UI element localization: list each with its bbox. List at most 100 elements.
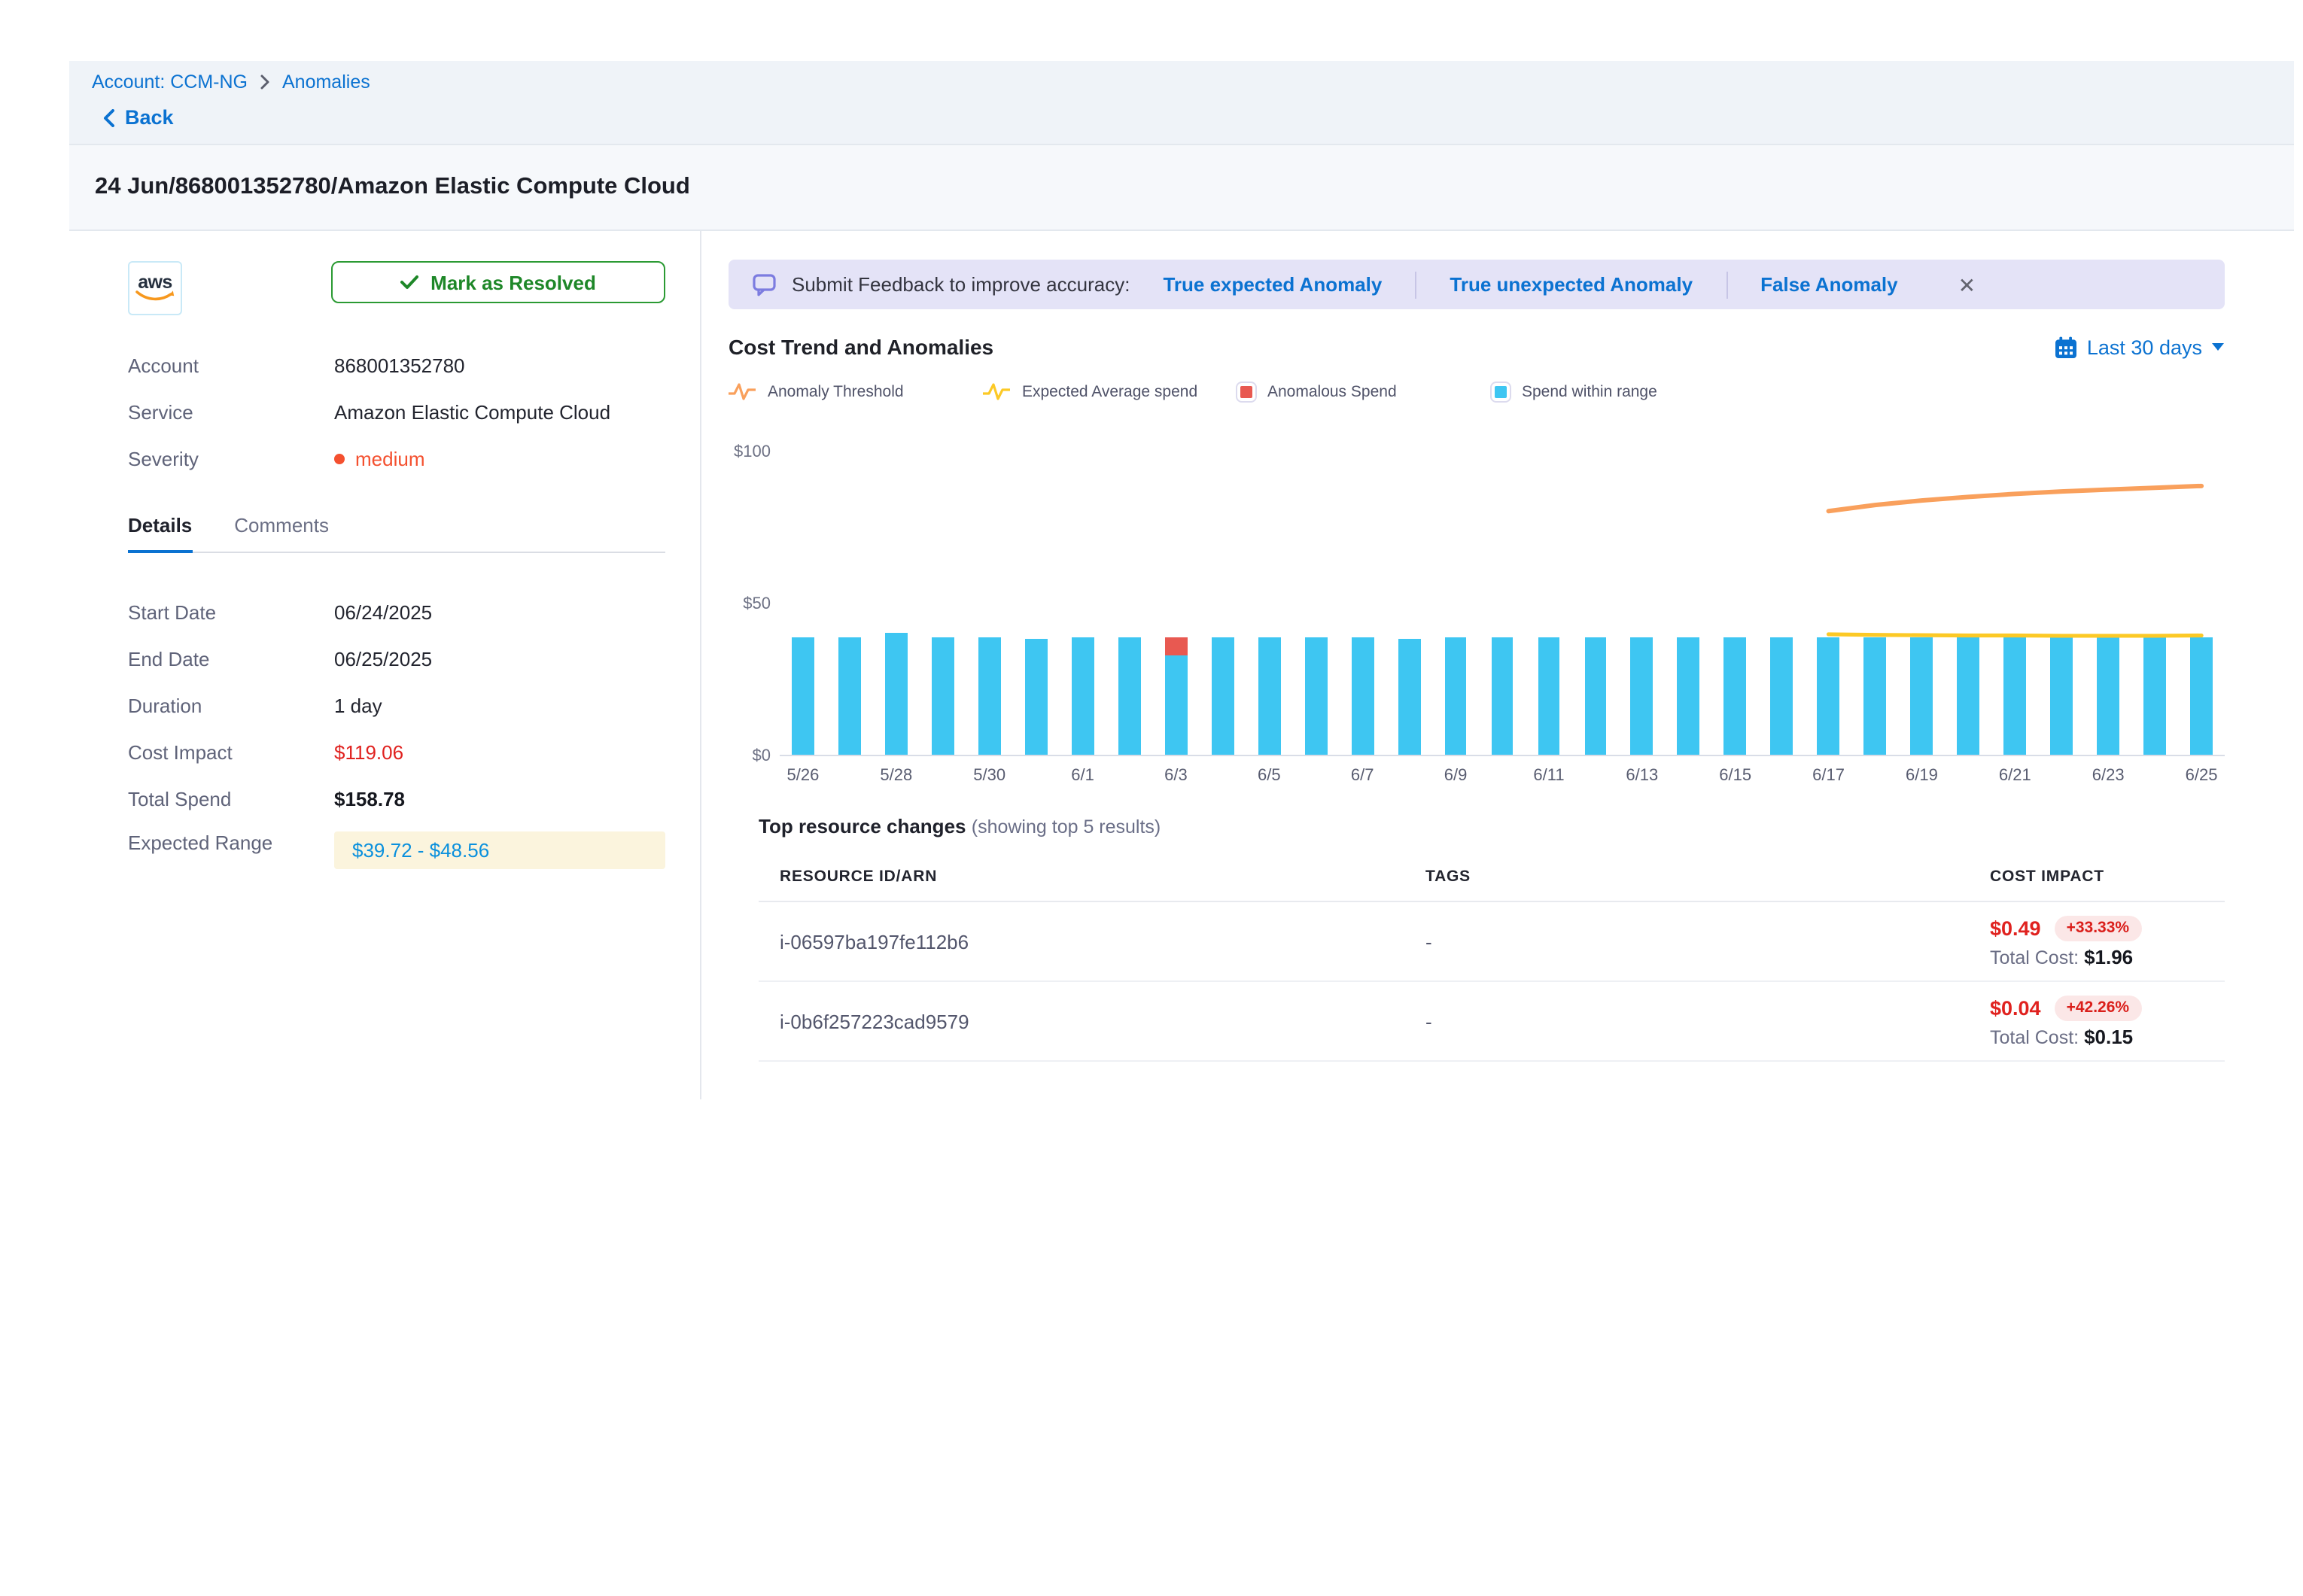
- feedback-option-false-anomaly[interactable]: False Anomaly: [1760, 273, 1898, 296]
- bar-6-18: [1852, 422, 1899, 755]
- anomalous-spend-segment: [1165, 637, 1188, 655]
- resource-id: i-0b6f257223cad9579: [780, 1010, 1425, 1032]
- spend-bar-segment: [1911, 637, 1933, 755]
- spend-bar-segment: [1771, 638, 1793, 755]
- resources-title-text: Top resource changes: [759, 815, 966, 838]
- detail-row-end-date: End Date06/25/2025: [128, 645, 665, 672]
- x-tick-5-27: [826, 767, 873, 785]
- detail-label-end-date: End Date: [128, 647, 334, 670]
- back-label: Back: [125, 106, 174, 129]
- y-tick-0: $0: [753, 747, 771, 765]
- cost-impact-line: $0.49+33.33%: [1990, 915, 2225, 941]
- legend-swatch: [1237, 382, 1255, 400]
- spend-bar-segment: [1351, 637, 1374, 755]
- date-range-picker[interactable]: Last 30 days: [2055, 336, 2225, 358]
- bar-5-28: [873, 422, 920, 755]
- tab-comments[interactable]: Comments: [234, 514, 329, 552]
- spend-bar-segment: [838, 637, 861, 755]
- cost-impact-percent-badge: +42.26%: [2055, 995, 2142, 1020]
- resource-cost-impact: $0.04+42.26%Total Cost: $0.15: [1990, 995, 2225, 1047]
- resources-table-header: RESOURCE ID/ARNTAGSCOST IMPACT: [759, 856, 2225, 902]
- feedback-divider: [1726, 271, 1727, 298]
- summary-value-account: 868001352780: [334, 354, 465, 376]
- spend-bar-segment: [2190, 637, 2213, 755]
- summary-label-severity: Severity: [128, 447, 334, 470]
- x-tick-6-11: 6/11: [1526, 767, 1572, 785]
- breadcrumb-account-link[interactable]: Account: CCM-NG: [92, 71, 248, 93]
- feedback-close-icon[interactable]: ✕: [1958, 274, 1976, 295]
- detail-label-total-spend: Total Spend: [128, 787, 334, 810]
- spend-bar-segment: [1212, 637, 1234, 755]
- breadcrumb-separator-icon: [260, 74, 270, 90]
- spend-bar-segment: [1025, 638, 1048, 755]
- back-button[interactable]: Back: [102, 106, 2294, 129]
- x-tick-6-8: [1386, 767, 1432, 785]
- x-tick-6-7: 6/7: [1339, 767, 1386, 785]
- resources-subtitle: (showing top 5 results): [972, 816, 1161, 838]
- resource-tags: -: [1425, 1010, 1990, 1032]
- feedback-option-true-expected-anomaly[interactable]: True expected Anomaly: [1163, 273, 1382, 296]
- detail-tabs: Details Comments: [128, 514, 665, 553]
- spend-bar-segment: [1958, 637, 1980, 755]
- summary-row-account: Account868001352780: [128, 351, 665, 378]
- bar-6-11: [1526, 422, 1572, 755]
- feedback-prompt: Submit Feedback to improve accuracy:: [792, 273, 1130, 296]
- detail-label-cost-impact: Cost Impact: [128, 740, 334, 763]
- spend-bar-segment: [1864, 637, 1887, 755]
- x-tick-5-26: 5/26: [780, 767, 826, 785]
- spend-bar-segment: [2003, 637, 2026, 755]
- spend-bar-segment: [1818, 637, 1840, 755]
- breadcrumb: Account: CCM-NG Anomalies: [92, 71, 2294, 93]
- breadcrumb-anomalies-link[interactable]: Anomalies: [282, 71, 370, 93]
- spend-bar-segment: [978, 637, 1001, 755]
- chart-plot-area: [780, 422, 2225, 756]
- summary-row-service: ServiceAmazon Elastic Compute Cloud: [128, 398, 665, 425]
- x-tick-6-15: 6/15: [1712, 767, 1759, 785]
- pulse-line-icon: [729, 382, 756, 401]
- cost-trend-chart: $0$50$100: [729, 422, 2225, 756]
- legend-label: Anomaly Threshold: [768, 382, 904, 400]
- bar-6-19: [1899, 422, 1946, 755]
- bar-5-29: [920, 422, 966, 755]
- detail-row-duration: Duration1 day: [128, 692, 665, 719]
- x-tick-5-31: [1013, 767, 1060, 785]
- bar-5-30: [966, 422, 1013, 755]
- x-tick-6-19: 6/19: [1899, 767, 1946, 785]
- x-tick-6-25: 6/25: [2178, 767, 2225, 785]
- chart-title: Cost Trend and Anomalies: [729, 335, 993, 359]
- feedback-option-true-unexpected-anomaly[interactable]: True unexpected Anomaly: [1450, 273, 1693, 296]
- spend-bar-segment: [1584, 638, 1607, 755]
- spend-bar-segment: [1072, 637, 1094, 755]
- checkmark-icon: [400, 275, 418, 290]
- column-header-resource-id-arn: RESOURCE ID/ARN: [780, 868, 1425, 886]
- table-row: i-06597ba197fe112b6-$0.49+33.33%Total Co…: [759, 902, 2225, 982]
- back-chevron-icon: [102, 108, 114, 126]
- bar-5-31: [1013, 422, 1060, 755]
- spend-bar-segment: [1165, 655, 1188, 755]
- anomaly-summary-rows: Account868001352780 ServiceAmazon Elastic…: [128, 351, 665, 472]
- column-header-tags: TAGS: [1425, 868, 1990, 886]
- cost-impact-value: $0.49: [1990, 917, 2041, 939]
- aws-logo-text: aws: [138, 274, 172, 289]
- x-tick-6-21: 6/21: [1991, 767, 2038, 785]
- legend-item-spend-within-range: Spend within range: [1492, 382, 1746, 401]
- tab-details[interactable]: Details: [128, 514, 192, 553]
- resources-table-body: i-06597ba197fe112b6-$0.49+33.33%Total Co…: [759, 902, 2225, 1062]
- spend-bar-segment: [885, 633, 908, 755]
- chart-legend: Anomaly ThresholdExpected Average spendA…: [729, 382, 2225, 401]
- y-tick-100: $100: [734, 443, 771, 461]
- x-tick-6-10: [1479, 767, 1526, 785]
- detail-label-start-date: Start Date: [128, 600, 334, 623]
- detail-label-duration: Duration: [128, 694, 334, 716]
- bar-6-20: [1945, 422, 1991, 755]
- summary-value-severity: medium: [334, 447, 425, 470]
- page-title: 24 Jun/868001352780/Amazon Elastic Compu…: [95, 174, 690, 201]
- spend-bar-segment: [1678, 638, 1700, 755]
- bar-5-27: [826, 422, 873, 755]
- bar-6-15: [1712, 422, 1759, 755]
- bar-6-21: [1991, 422, 2038, 755]
- summary-row-severity: Severitymedium: [128, 445, 665, 472]
- mark-as-resolved-button[interactable]: Mark as Resolved: [331, 261, 665, 303]
- anomaly-analysis-panel: Submit Feedback to improve accuracy: Tru…: [701, 231, 2294, 1099]
- legend-label: Anomalous Spend: [1267, 382, 1397, 400]
